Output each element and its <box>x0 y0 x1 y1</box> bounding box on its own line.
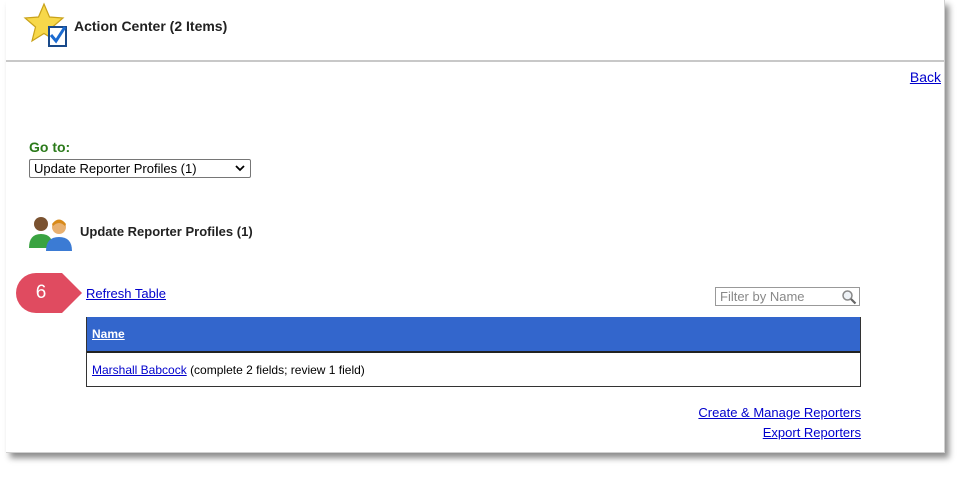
action-center-panel: Action Center (2 Items) Back Go to: Upda… <box>6 0 945 453</box>
page-title: Action Center (2 Items) <box>74 18 228 34</box>
page-header: Action Center (2 Items) <box>6 0 944 62</box>
step-number: 6 <box>35 282 47 303</box>
goto-label: Go to: <box>29 139 71 155</box>
people-icon <box>29 217 72 251</box>
star-check-icon <box>23 2 67 47</box>
reporter-detail: (complete 2 fields; review 1 field) <box>190 363 365 377</box>
magnifier-icon[interactable] <box>841 289 857 305</box>
goto-selected-value: Update Reporter Profiles (1) <box>34 161 197 176</box>
table-header: Name <box>87 317 860 353</box>
filter-by-name-field[interactable] <box>715 287 860 306</box>
export-reporters-link[interactable]: Export Reporters <box>698 423 861 443</box>
chevron-down-icon <box>235 165 245 172</box>
table-row: Marshall Babcock (complete 2 fields; rev… <box>87 353 860 386</box>
reporters-table: Name Marshall Babcock (complete 2 fields… <box>86 317 861 387</box>
create-manage-reporters-link[interactable]: Create & Manage Reporters <box>698 403 861 423</box>
footer-links: Create & Manage Reporters Export Reporte… <box>698 403 861 443</box>
goto-select[interactable]: Update Reporter Profiles (1) <box>29 159 251 178</box>
filter-input[interactable] <box>720 289 835 304</box>
section-title: Update Reporter Profiles (1) <box>80 224 253 239</box>
back-link[interactable]: Back <box>910 69 941 85</box>
name-column-header[interactable]: Name <box>92 327 125 341</box>
table-cell: Marshall Babcock (complete 2 fields; rev… <box>92 363 365 377</box>
step-callout-badge: 6 <box>16 273 86 313</box>
refresh-table-link[interactable]: Refresh Table <box>86 286 166 301</box>
reporter-name-link[interactable]: Marshall Babcock <box>92 363 187 377</box>
